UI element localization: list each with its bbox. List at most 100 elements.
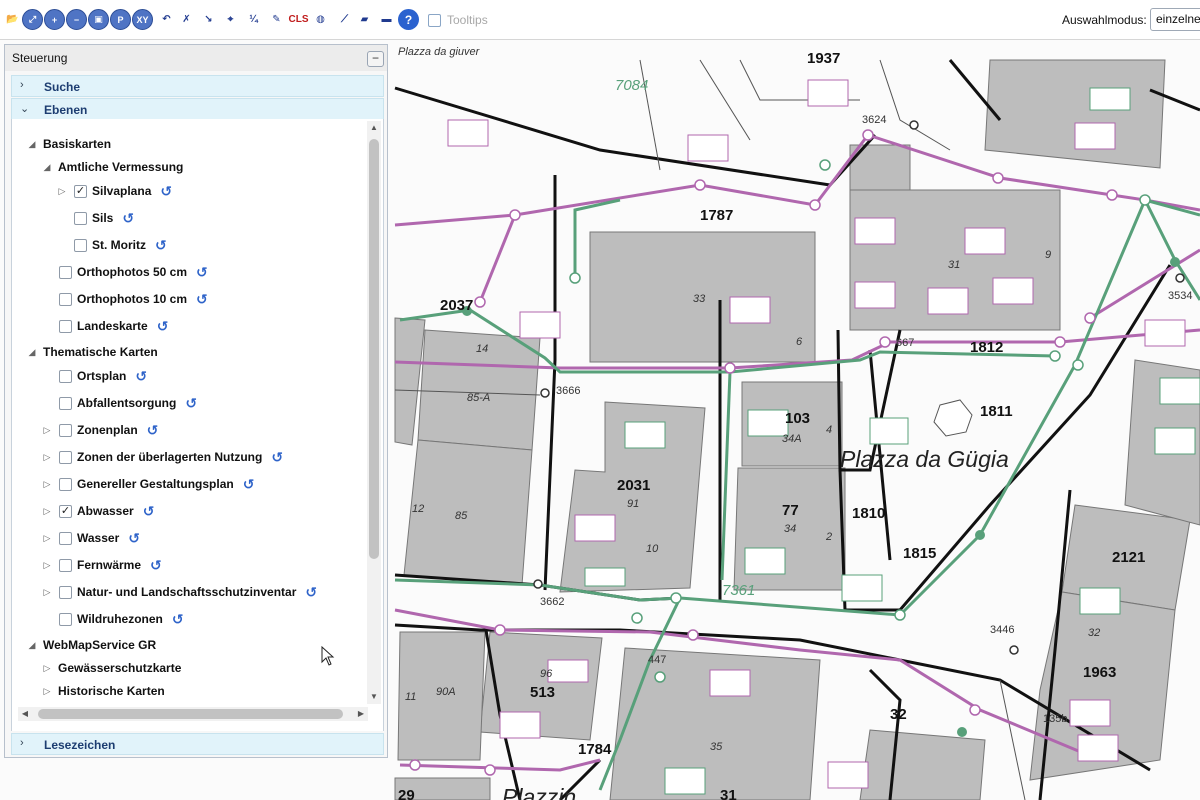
expanded-arrow-icon[interactable]: ◢ xyxy=(26,139,38,150)
layer-checkbox[interactable] xyxy=(59,585,72,599)
layer-item-zonen-der-überlagerten-nutzung[interactable]: ▷ Zonen der überlagerten Nutzung ↺ xyxy=(41,446,284,468)
expanded-arrow-icon[interactable]: ◢ xyxy=(26,640,38,651)
layer-checkbox[interactable]: ✓ xyxy=(74,184,87,198)
layer-item-sils[interactable]: Sils ↺ xyxy=(56,207,134,229)
highlight-icon[interactable]: ▰ xyxy=(354,9,375,30)
layer-checkbox[interactable] xyxy=(59,531,72,545)
zoom-out-icon[interactable]: − xyxy=(66,9,87,30)
refresh-icon[interactable]: ↺ xyxy=(196,264,208,281)
refresh-icon[interactable]: ↺ xyxy=(196,291,208,308)
refresh-icon[interactable]: ↺ xyxy=(128,530,140,547)
expand-arrow-icon[interactable]: ▷ xyxy=(41,506,53,517)
eyedropper-icon[interactable]: ⟋ xyxy=(334,9,355,30)
layer-checkbox[interactable]: ✓ xyxy=(59,504,72,518)
layer-item-st-moritz[interactable]: St. Moritz ↺ xyxy=(56,234,167,256)
layer-item-genereller-gestaltungsplan[interactable]: ▷ Genereller Gestaltungsplan ↺ xyxy=(41,473,255,495)
refresh-icon[interactable]: ↺ xyxy=(135,368,147,385)
draw-text-icon[interactable]: ✎ xyxy=(266,9,287,30)
scroll-thumb-horizontal[interactable] xyxy=(38,709,343,719)
layer-checkbox[interactable] xyxy=(59,292,72,306)
zoom-full-extent-icon[interactable]: ⤢ xyxy=(22,9,43,30)
section-suche[interactable]: › Suche xyxy=(11,75,384,97)
layer-item-basiskarten[interactable]: ◢ Basiskarten xyxy=(26,133,112,155)
pan-icon[interactable]: P xyxy=(110,9,131,30)
scroll-right-icon[interactable]: ▶ xyxy=(354,707,368,721)
layer-checkbox[interactable] xyxy=(59,319,72,333)
layer-checkbox[interactable] xyxy=(59,396,72,410)
layer-item-orthophotos-50-cm[interactable]: Orthophotos 50 cm ↺ xyxy=(41,261,208,283)
scroll-down-icon[interactable]: ▼ xyxy=(367,690,381,704)
tooltips-toggle[interactable]: Tooltips xyxy=(428,13,488,27)
no-select-icon[interactable]: ✗ xyxy=(176,9,197,30)
layer-item-amtliche-vermessung[interactable]: ◢ Amtliche Vermessung xyxy=(41,156,184,178)
layer-item-thematische-karten[interactable]: ◢ Thematische Karten xyxy=(26,341,158,363)
layer-checkbox[interactable] xyxy=(59,558,72,572)
layer-checkbox[interactable] xyxy=(59,265,72,279)
print-icon[interactable]: ▬ xyxy=(376,9,397,30)
layer-item-fernwärme[interactable]: ▷ Fernwärme ↺ xyxy=(41,554,162,576)
refresh-icon[interactable]: ↺ xyxy=(172,611,184,628)
layer-item-silvaplana[interactable]: ▷ ✓ Silvaplana ↺ xyxy=(56,180,173,202)
tooltips-checkbox[interactable] xyxy=(428,13,441,27)
refresh-icon[interactable]: ↺ xyxy=(271,449,283,466)
refresh-icon[interactable]: ↺ xyxy=(147,422,159,439)
scale-icon[interactable]: ¼ xyxy=(243,9,264,30)
layer-item-natur-und-landschaftsschutzinventar[interactable]: ▷ Natur- und Landschaftsschutzinventar ↺ xyxy=(41,581,318,603)
refresh-icon[interactable]: ↺ xyxy=(150,557,162,574)
coordinates-icon[interactable]: XY xyxy=(132,9,153,30)
undo-icon[interactable]: ↶ xyxy=(156,9,177,30)
open-folder-icon[interactable]: 📂 xyxy=(2,9,23,30)
measure-distance-icon[interactable]: ↘ xyxy=(198,9,219,30)
expand-arrow-icon[interactable]: ▷ xyxy=(41,452,53,463)
refresh-icon[interactable]: ↺ xyxy=(122,210,134,227)
selection-mode-select[interactable]: einzelne xyxy=(1150,8,1200,31)
globe-icon[interactable]: ◍ xyxy=(310,9,331,30)
layer-item-zonenplan[interactable]: ▷ Zonenplan ↺ xyxy=(41,419,159,441)
layer-item-abfallentsorgung[interactable]: Abfallentsorgung ↺ xyxy=(41,392,197,414)
layer-item-landeskarte[interactable]: Landeskarte ↺ xyxy=(41,315,168,337)
expand-arrow-icon[interactable]: ▷ xyxy=(41,560,53,571)
expand-arrow-icon[interactable]: ▷ xyxy=(41,533,53,544)
layer-item-historische-karten[interactable]: ▷ Historische Karten xyxy=(41,680,165,702)
scroll-up-icon[interactable]: ▲ xyxy=(367,121,381,135)
refresh-icon[interactable]: ↺ xyxy=(157,318,169,335)
section-ebenen[interactable]: ⌄ Ebenen xyxy=(11,98,384,120)
measure-area-icon[interactable]: ⌖ xyxy=(220,9,241,30)
panel-collapse-button[interactable]: − xyxy=(367,51,384,67)
section-lesezeichen[interactable]: › Lesezeichen xyxy=(11,733,384,755)
layer-item-webmapservice-gr[interactable]: ◢ WebMapService GR xyxy=(26,634,157,656)
refresh-icon[interactable]: ↺ xyxy=(143,503,155,520)
layer-item-gewässerschutzkarte[interactable]: ▷ Gewässerschutzkarte xyxy=(41,657,182,679)
expand-arrow-icon[interactable]: ▷ xyxy=(41,686,53,697)
expand-arrow-icon[interactable]: ▷ xyxy=(41,479,53,490)
layer-item-ortsplan[interactable]: Ortsplan ↺ xyxy=(41,365,147,387)
layer-item-wasser[interactable]: ▷ Wasser ↺ xyxy=(41,527,140,549)
help-icon[interactable]: ? xyxy=(398,9,419,30)
refresh-icon[interactable]: ↺ xyxy=(160,183,172,200)
refresh-icon[interactable]: ↺ xyxy=(155,237,167,254)
zoom-in-icon[interactable]: + xyxy=(44,9,65,30)
horizontal-scrollbar[interactable]: ◀ ▶ xyxy=(18,707,368,721)
layer-item-abwasser[interactable]: ▷ ✓ Abwasser ↺ xyxy=(41,500,155,522)
expanded-arrow-icon[interactable]: ◢ xyxy=(41,162,53,173)
refresh-icon[interactable]: ↺ xyxy=(243,476,255,493)
expand-arrow-icon[interactable]: ▷ xyxy=(56,186,68,197)
expand-arrow-icon[interactable]: ▷ xyxy=(41,425,53,436)
layer-checkbox[interactable] xyxy=(59,477,72,491)
refresh-icon[interactable]: ↺ xyxy=(305,584,317,601)
layer-checkbox[interactable] xyxy=(74,211,87,225)
layer-item-orthophotos-10-cm[interactable]: Orthophotos 10 cm ↺ xyxy=(41,288,208,310)
layer-checkbox[interactable] xyxy=(59,612,72,626)
zoom-box-icon[interactable]: ▣ xyxy=(88,9,109,30)
scroll-left-icon[interactable]: ◀ xyxy=(18,707,32,721)
expanded-arrow-icon[interactable]: ◢ xyxy=(26,347,38,358)
layer-item-wildruhezonen[interactable]: Wildruhezonen ↺ xyxy=(41,608,184,630)
layer-checkbox[interactable] xyxy=(59,450,72,464)
expand-arrow-icon[interactable]: ▷ xyxy=(41,663,53,674)
clear-screen-icon[interactable]: CLS xyxy=(288,9,309,30)
vertical-scrollbar[interactable]: ▲ ▼ xyxy=(367,121,381,704)
layer-checkbox[interactable] xyxy=(74,238,87,252)
refresh-icon[interactable]: ↺ xyxy=(185,395,197,412)
scroll-thumb[interactable] xyxy=(369,139,379,559)
layer-checkbox[interactable] xyxy=(59,369,72,383)
